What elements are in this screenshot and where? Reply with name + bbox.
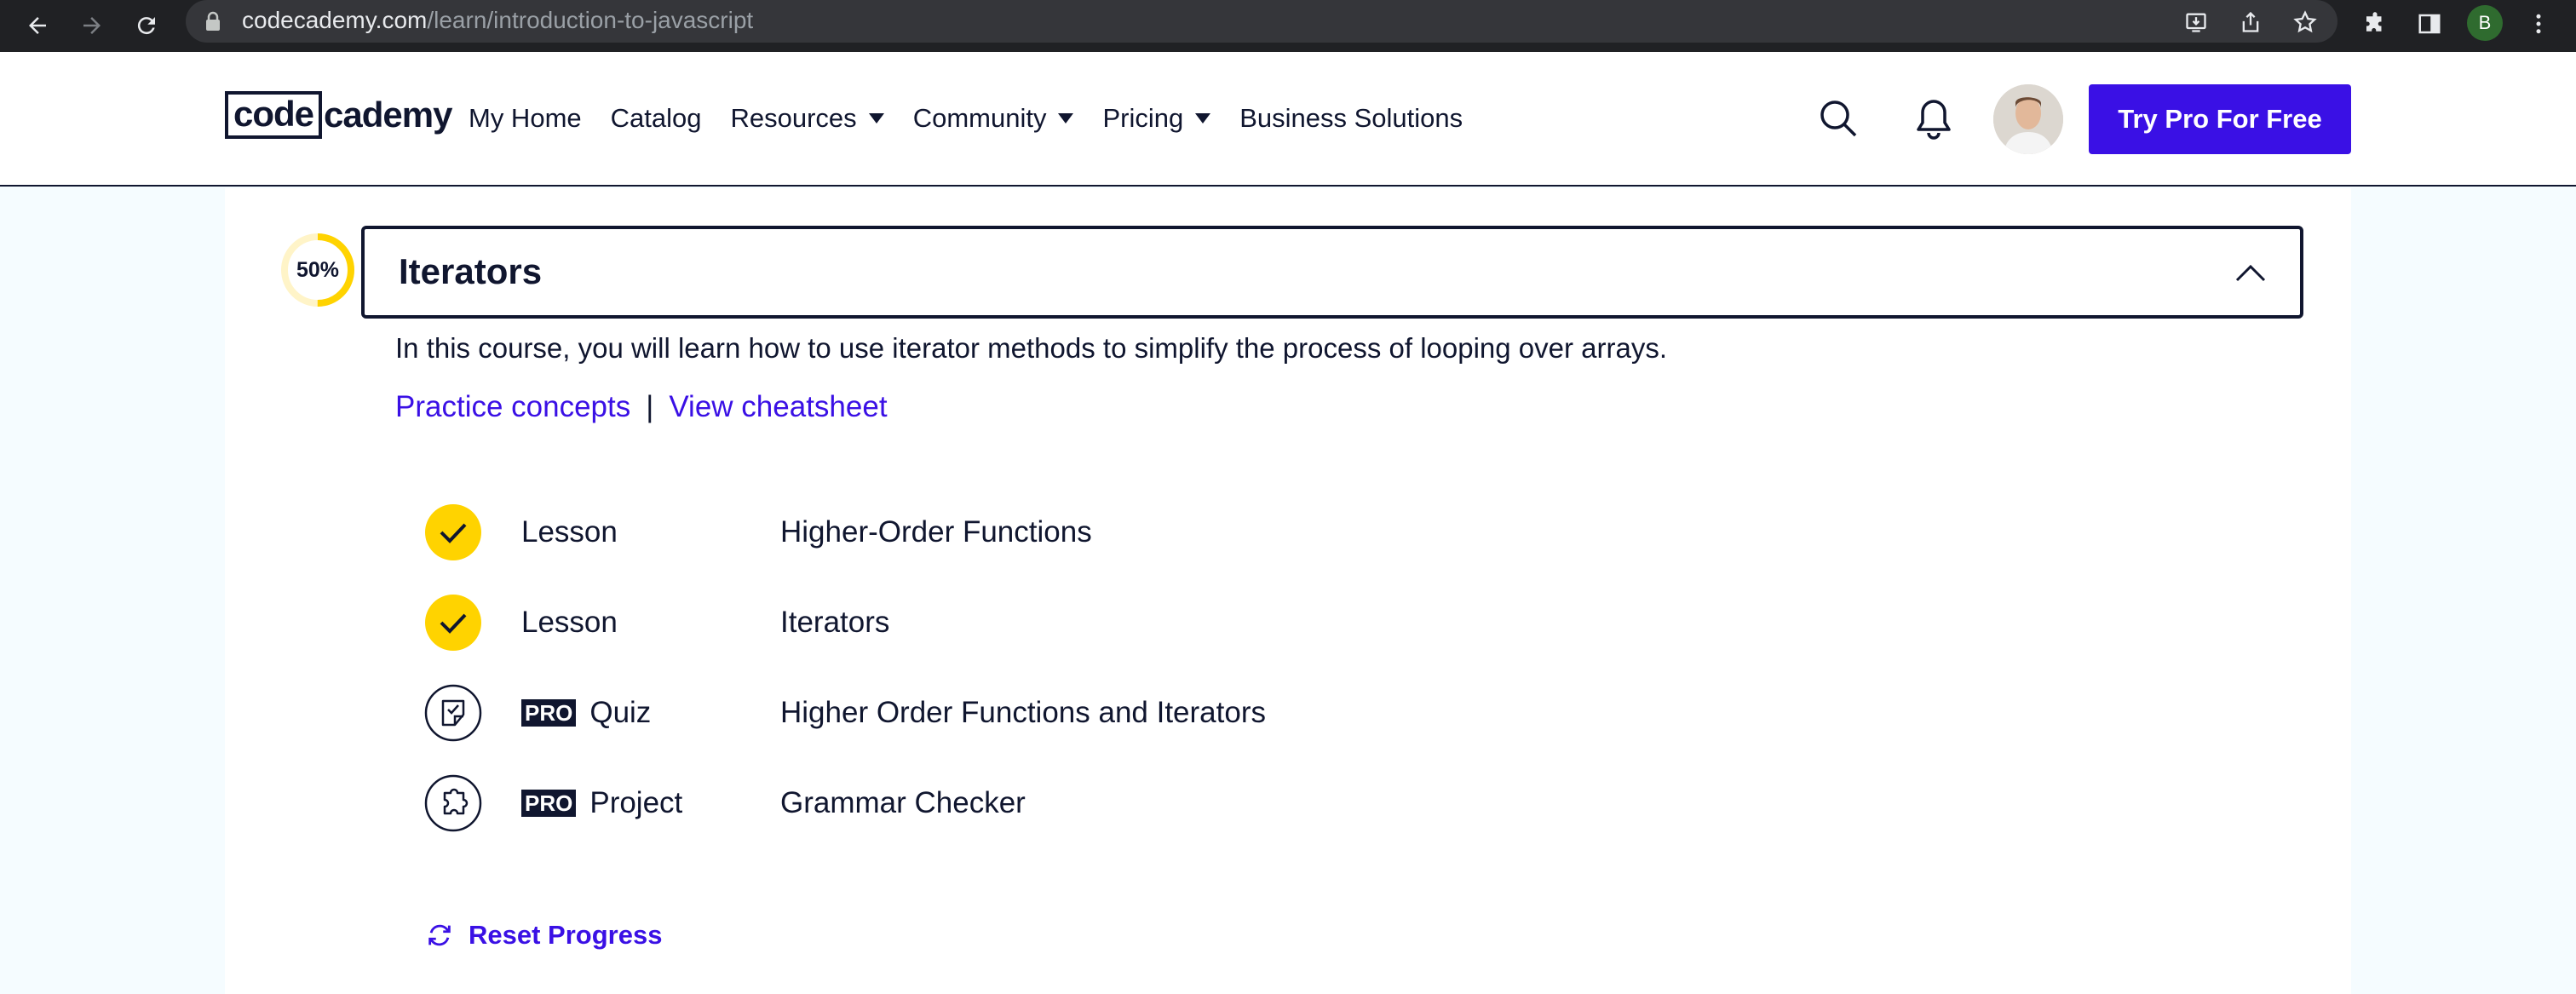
nav-my-home[interactable]: My Home bbox=[469, 103, 582, 134]
module-description: In this course, you will learn how to us… bbox=[395, 332, 1668, 364]
forward-icon[interactable] bbox=[72, 5, 112, 46]
user-avatar[interactable] bbox=[1993, 84, 2063, 154]
reset-progress-button[interactable]: Reset Progress bbox=[424, 920, 662, 951]
view-cheatsheet-link[interactable]: View cheatsheet bbox=[669, 390, 887, 424]
module-item-row[interactable]: Lesson Iterators bbox=[424, 594, 1787, 652]
nav-business-solutions[interactable]: Business Solutions bbox=[1239, 103, 1463, 134]
module-links: Practice concepts | View cheatsheet bbox=[395, 390, 888, 424]
pro-badge: PRO bbox=[521, 790, 577, 817]
reset-icon bbox=[424, 920, 455, 951]
search-icon[interactable] bbox=[1814, 95, 1862, 142]
nav-label: Business Solutions bbox=[1239, 103, 1463, 133]
item-name: Grammar Checker bbox=[780, 786, 1026, 819]
module-progress-label: 50% bbox=[296, 257, 340, 282]
install-icon[interactable] bbox=[2181, 7, 2211, 37]
back-icon[interactable] bbox=[17, 5, 58, 46]
item-type: PRO Quiz bbox=[521, 696, 651, 730]
extensions-icon[interactable] bbox=[2358, 7, 2392, 41]
nav-label: My Home bbox=[469, 103, 582, 133]
nav-label: Catalog bbox=[610, 103, 702, 133]
nav-label: Resources bbox=[730, 103, 857, 133]
reset-progress-label: Reset Progress bbox=[469, 920, 663, 950]
item-name: Iterators bbox=[780, 606, 890, 639]
logo-rest-text: cademy bbox=[324, 95, 452, 135]
logo-boxed-text: code bbox=[225, 91, 323, 139]
module-item-row[interactable]: PRO Quiz Higher Order Functions and Itera… bbox=[424, 684, 1787, 742]
share-icon[interactable] bbox=[2235, 7, 2266, 37]
browser-toolbar: codecademy.com/learn/introduction-to-jav… bbox=[0, 0, 2576, 52]
nav-label: Community bbox=[912, 103, 1047, 133]
caret-down-icon bbox=[868, 113, 884, 124]
site-header: code cademy My Home Catalog Resources Com… bbox=[0, 52, 2576, 187]
reload-icon[interactable] bbox=[126, 5, 167, 46]
main-nav: My Home Catalog Resources Community Pric… bbox=[469, 96, 1492, 141]
codecademy-logo[interactable]: code cademy bbox=[225, 91, 452, 139]
nav-label: Pricing bbox=[1102, 103, 1184, 133]
try-pro-button[interactable]: Try Pro For Free bbox=[2089, 84, 2351, 154]
item-name: Higher-Order Functions bbox=[780, 515, 1092, 549]
browser-profile-avatar[interactable]: B bbox=[2467, 5, 2503, 41]
item-type: PRO Project bbox=[521, 786, 682, 820]
bookmark-star-icon[interactable] bbox=[2290, 7, 2320, 37]
item-name: Higher Order Functions and Iterators bbox=[780, 696, 1266, 729]
url-text: codecademy.com/learn/introduction-to-jav… bbox=[242, 7, 754, 33]
nav-community[interactable]: Community bbox=[913, 103, 1074, 134]
more-menu-icon[interactable] bbox=[2521, 7, 2556, 41]
pro-badge: PRO bbox=[521, 699, 577, 727]
quiz-icon bbox=[424, 684, 482, 742]
caret-down-icon bbox=[1195, 113, 1211, 124]
nav-resources[interactable]: Resources bbox=[731, 103, 884, 134]
link-separator: | bbox=[646, 390, 654, 423]
project-icon bbox=[424, 774, 482, 832]
module-item-row[interactable]: Lesson Higher-Order Functions bbox=[424, 503, 1787, 561]
item-type: Lesson bbox=[521, 515, 618, 549]
caret-down-icon bbox=[1058, 113, 1074, 124]
module-item-row[interactable]: PRO Project Grammar Checker bbox=[424, 774, 1787, 832]
module-accordion-header[interactable]: Iterators bbox=[361, 226, 2303, 319]
address-bar[interactable]: codecademy.com/learn/introduction-to-jav… bbox=[186, 0, 2337, 43]
check-circle-icon bbox=[425, 595, 481, 651]
nav-catalog[interactable]: Catalog bbox=[611, 103, 702, 134]
chevron-up-icon[interactable] bbox=[2232, 255, 2269, 292]
nav-pricing[interactable]: Pricing bbox=[1102, 103, 1211, 134]
item-type: Lesson bbox=[521, 606, 618, 639]
practice-concepts-link[interactable]: Practice concepts bbox=[395, 390, 630, 424]
notifications-bell-icon[interactable] bbox=[1910, 95, 1958, 142]
check-circle-icon bbox=[425, 504, 481, 560]
lock-icon bbox=[204, 11, 221, 36]
side-panel-icon[interactable] bbox=[2412, 7, 2447, 41]
module-title: Iterators bbox=[399, 251, 543, 291]
